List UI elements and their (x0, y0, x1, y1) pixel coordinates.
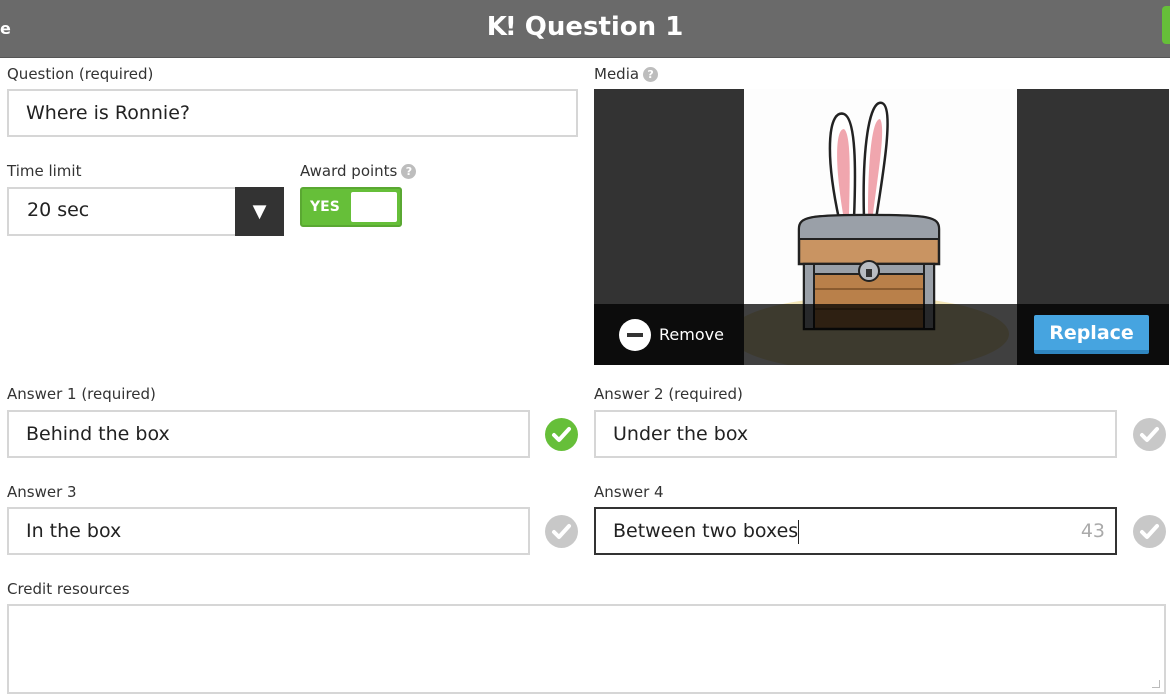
media-label: Media? (594, 65, 659, 83)
media-preview: Remove Replace (594, 89, 1169, 365)
remove-label: Remove (659, 325, 724, 344)
replace-media-button[interactable]: Replace (1034, 315, 1149, 354)
answer-3-correct-toggle[interactable] (545, 515, 578, 548)
minus-circle-icon (619, 319, 651, 351)
checkmark-icon (552, 427, 571, 442)
checkmark-icon (1140, 524, 1159, 539)
resize-grip-icon[interactable] (1152, 680, 1160, 688)
question-input[interactable]: Where is Ronnie? (7, 89, 578, 137)
answer-1-input[interactable]: Behind the box (7, 410, 530, 458)
text-caret (798, 519, 800, 544)
time-limit-select[interactable]: 20 sec ▼ (7, 187, 284, 236)
page-title: K! Question 1 (0, 12, 1170, 42)
award-points-toggle[interactable]: YES (300, 187, 402, 227)
award-points-text: Award points (300, 162, 398, 180)
answer-4-label: Answer 4 (594, 483, 664, 501)
media-actions-bar: Remove Replace (594, 304, 1169, 365)
question-title: Question 1 (524, 12, 684, 42)
time-limit-value: 20 sec (27, 199, 90, 221)
answer-3-label: Answer 3 (7, 483, 77, 501)
toggle-knob (351, 192, 397, 222)
answer-2-correct-toggle[interactable] (1133, 418, 1166, 451)
answer-1-label: Answer 1 (required) (7, 385, 156, 403)
answer-2-input[interactable]: Under the box (594, 410, 1117, 458)
checkmark-icon (552, 524, 571, 539)
dropdown-arrow-icon[interactable]: ▼ (235, 187, 284, 236)
answer-4-input[interactable]: Between two boxes 43 (594, 507, 1117, 555)
top-bar: e K! Question 1 (0, 0, 1170, 58)
credit-resources-label: Credit resources (7, 580, 130, 598)
media-label-text: Media (594, 65, 640, 83)
character-counter: 43 (1080, 520, 1105, 542)
answer-4-correct-toggle[interactable] (1133, 515, 1166, 548)
answer-3-input[interactable]: In the box (7, 507, 530, 555)
toggle-yes-label: YES (310, 199, 340, 215)
answer-4-value: Between two boxes (613, 520, 799, 542)
award-points-label: Award points? (300, 162, 417, 180)
answer-1-correct-toggle[interactable] (545, 418, 578, 451)
help-icon[interactable]: ? (401, 164, 417, 179)
help-icon[interactable]: ? (643, 67, 659, 82)
credit-resources-textarea[interactable] (7, 604, 1166, 694)
answer-2-label: Answer 2 (required) (594, 385, 743, 403)
kahoot-logo: K! (486, 12, 517, 42)
checkmark-icon (1140, 427, 1159, 442)
time-limit-label: Time limit (7, 162, 82, 180)
question-label: Question (required) (7, 65, 154, 83)
save-button[interactable] (1162, 6, 1170, 44)
